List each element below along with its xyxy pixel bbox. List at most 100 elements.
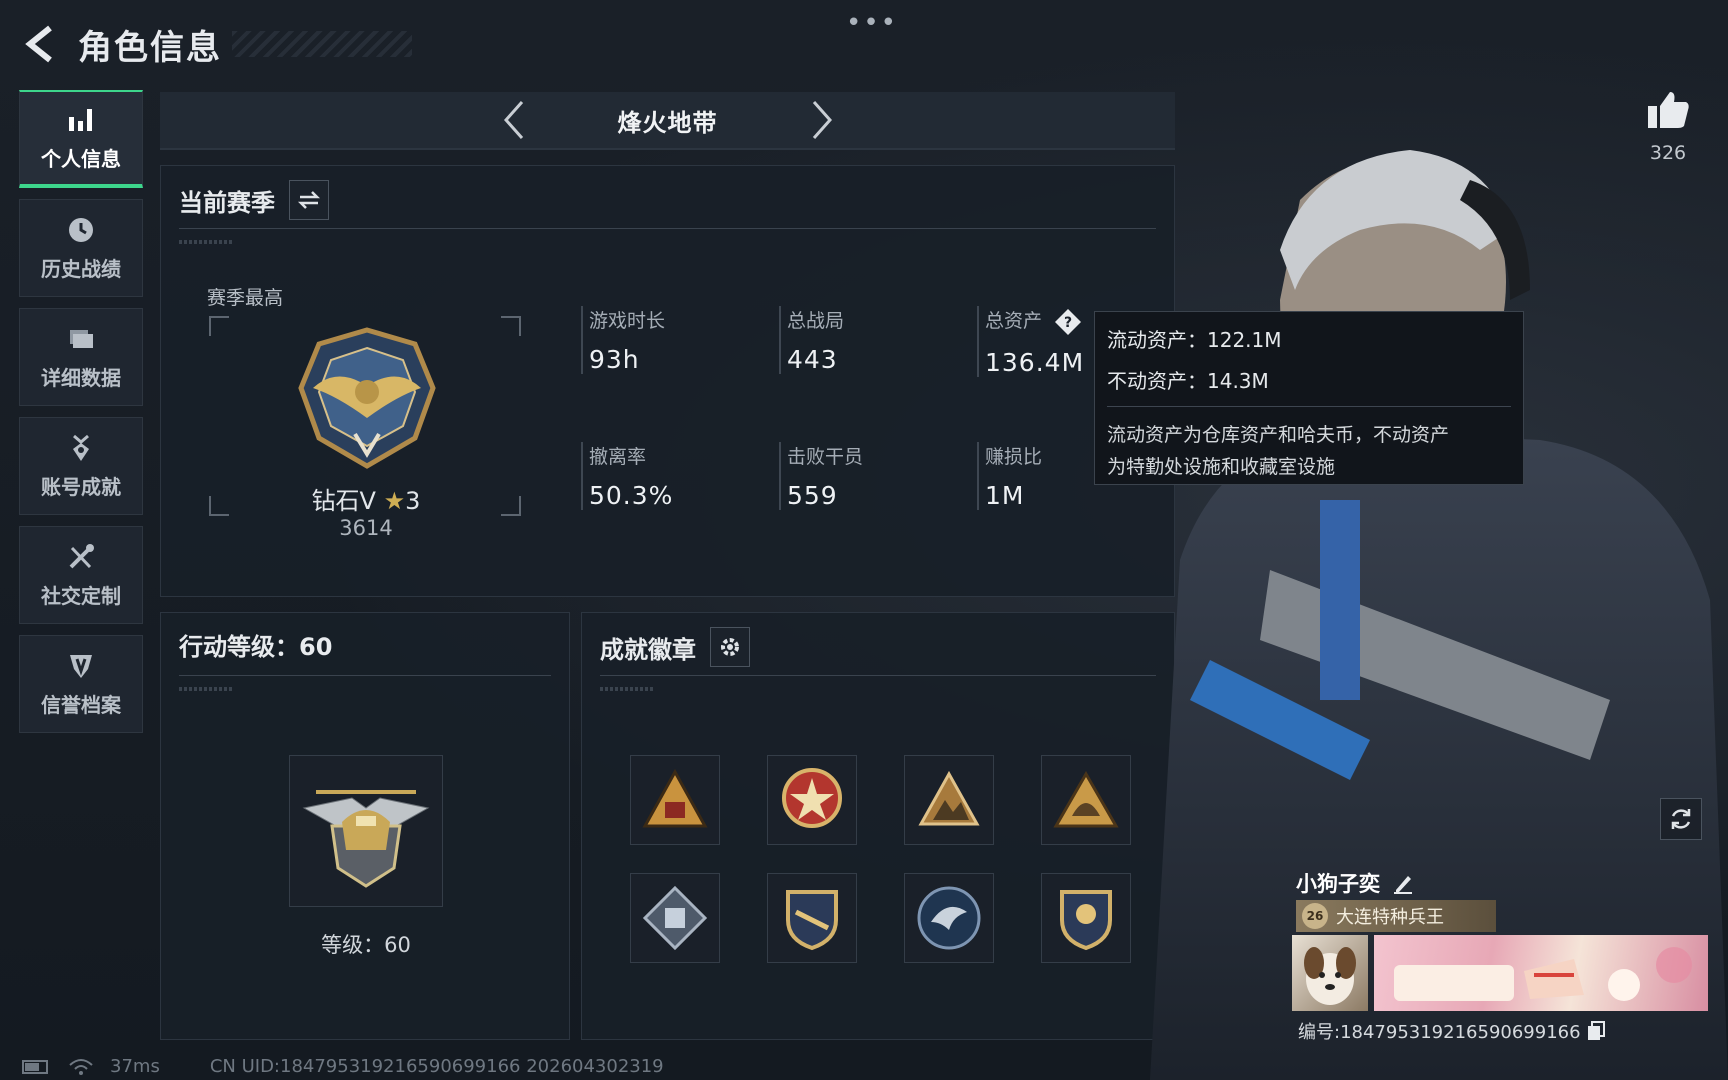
badge-slot[interactable] xyxy=(630,873,720,963)
eagle-badge-icon xyxy=(917,886,981,950)
mode-title: 烽火地带 xyxy=(617,108,718,137)
stat-playtime: 游戏时长 93h xyxy=(581,306,665,374)
rank-score: 3614 xyxy=(339,516,393,540)
stat-kills: 击败干员 559 xyxy=(779,442,863,510)
star-icon: ★ xyxy=(383,487,406,515)
copy-icon[interactable] xyxy=(1587,1021,1605,1041)
page-title: 角色信息 xyxy=(78,27,222,68)
help-icon[interactable]: ? xyxy=(1054,308,1082,336)
stat-total-assets: 总资产 ? 136.4M xyxy=(977,306,1084,377)
more-dots-icon[interactable]: ••• xyxy=(846,8,898,38)
dog-avatar-icon xyxy=(1304,947,1356,1005)
season-title: 当前赛季 xyxy=(179,188,275,217)
player-card[interactable] xyxy=(1292,935,1708,1011)
refresh-icon xyxy=(1671,809,1691,829)
medal-icon xyxy=(73,434,89,461)
header: 角色信息 xyxy=(20,20,412,68)
shield-gold-badge-icon xyxy=(786,890,838,951)
sidebar-item-achievements[interactable]: 账号成就 xyxy=(19,417,143,515)
stat-label: 撤离率 xyxy=(589,446,647,468)
mountain-badge-icon xyxy=(918,770,980,826)
stat-value: 443 xyxy=(787,345,838,374)
uid-text: CN UID:184795319216590699166 20260430231… xyxy=(209,1056,664,1077)
chevron-left-icon[interactable] xyxy=(498,98,528,142)
clock-icon xyxy=(69,217,93,242)
stat-value: 559 xyxy=(787,481,838,510)
level-value: 等级：60 xyxy=(321,933,411,957)
stat-value: 136.4M xyxy=(985,347,1085,377)
stat-value: 50.3% xyxy=(589,481,674,510)
shield-icon xyxy=(70,654,92,678)
stat-label: 总资产 ? xyxy=(985,306,1084,336)
stat-value: 93h xyxy=(589,345,640,374)
tag-text: 大连特种兵王 xyxy=(1336,907,1444,928)
badge-slot[interactable] xyxy=(767,755,857,845)
folder-icon xyxy=(70,329,93,348)
stat-label: 总战局 xyxy=(787,310,845,332)
rotate-model-button[interactable] xyxy=(1660,798,1702,840)
title-decoration xyxy=(232,31,412,57)
badge-slot[interactable] xyxy=(904,873,994,963)
battery-icon xyxy=(22,1059,48,1074)
tag-level: 26 xyxy=(1302,903,1328,929)
level-title: 行动等级：60 xyxy=(179,633,333,661)
badge-slot[interactable] xyxy=(630,755,720,845)
edit-pencil-icon[interactable] xyxy=(1392,872,1414,894)
divider xyxy=(179,228,1156,229)
sidebar-item-label: 详细数据 xyxy=(41,365,121,390)
action-level-panel: 行动等级：60 等级：60 xyxy=(160,612,570,1040)
sidebar-item-label: 个人信息 xyxy=(41,146,121,171)
sidebar-item-label: 账号成就 xyxy=(41,474,121,499)
sidebar-item-history[interactable]: 历史战绩 xyxy=(19,199,143,297)
like-button[interactable]: 326 xyxy=(1640,88,1696,164)
badges-title: 成就徽章 xyxy=(600,635,696,664)
mode-switcher: 烽火地带 xyxy=(160,92,1175,150)
sidebar-item-label: 信誉档案 xyxy=(41,692,121,717)
rank-emblem-icon xyxy=(298,327,436,469)
season-best-label: 赛季最高 xyxy=(207,287,284,309)
sidebar: 个人信息 历史战绩 详细数据 账号成就 社交定制 信誉档案 xyxy=(19,90,143,744)
badge-slot[interactable] xyxy=(904,755,994,845)
rank-name: 钻石V ★3 xyxy=(261,481,471,516)
dessert-banner-image xyxy=(1394,947,1692,1001)
sidebar-item-detail-data[interactable]: 详细数据 xyxy=(19,308,143,406)
badge-slot[interactable] xyxy=(767,873,857,963)
divider-tick xyxy=(179,240,233,244)
season-switch-button[interactable] xyxy=(289,180,329,220)
fixed-assets: 不动资产：14.3M xyxy=(1107,369,1269,393)
sidebar-item-credit[interactable]: 信誉档案 xyxy=(19,635,143,733)
divider-tick xyxy=(179,687,233,691)
assets-description-line1: 流动资产为仓库资产和哈夫币，不动资产 xyxy=(1107,424,1450,446)
like-count: 326 xyxy=(1649,142,1687,164)
svg-text:?: ? xyxy=(1064,315,1072,331)
stat-label: 击败干员 xyxy=(787,446,864,468)
avatar[interactable] xyxy=(1292,935,1368,1011)
divider xyxy=(1107,406,1511,407)
sidebar-item-label: 历史战绩 xyxy=(41,256,121,281)
rank-tier: 钻石V xyxy=(311,487,376,515)
sidebar-item-social[interactable]: 社交定制 xyxy=(19,526,143,624)
star-medal-badge-icon xyxy=(782,768,842,828)
liquid-assets: 流动资产：122.1M xyxy=(1107,328,1282,352)
assets-tooltip: 流动资产：122.1M 不动资产：14.3M 流动资产为仓库资产和哈夫币，不动资… xyxy=(1094,311,1524,485)
helicopter-badge-icon xyxy=(302,790,430,888)
stat-value: 1M xyxy=(985,481,1025,510)
sidebar-item-personal-info[interactable]: 个人信息 xyxy=(19,90,143,188)
wifi-icon xyxy=(69,1058,93,1075)
divider xyxy=(179,675,551,676)
diamond-badge-icon xyxy=(642,885,708,951)
season-panel: 当前赛季 赛季最高 钻石V ★3 3614 游戏时长 93h 总战局 443 总… xyxy=(160,165,1175,597)
chevron-right-icon[interactable] xyxy=(808,98,838,142)
assets-description-line2: 为特勤处设施和收藏室设施 xyxy=(1107,456,1336,478)
stat-label-text: 总资产 xyxy=(985,310,1043,332)
divider xyxy=(600,675,1156,676)
tools-icon xyxy=(69,543,94,568)
stat-label: 游戏时长 xyxy=(589,310,666,332)
back-arrow-icon[interactable] xyxy=(20,24,60,64)
player-name: 小狗子奕 xyxy=(1296,868,1414,898)
ping-value: 37ms xyxy=(110,1056,160,1077)
status-bar: 37ms CN UID:184795319216590699166 202604… xyxy=(22,1056,664,1077)
badge-settings-button[interactable] xyxy=(710,627,750,667)
swap-icon xyxy=(297,191,321,209)
divider-tick xyxy=(600,687,654,691)
